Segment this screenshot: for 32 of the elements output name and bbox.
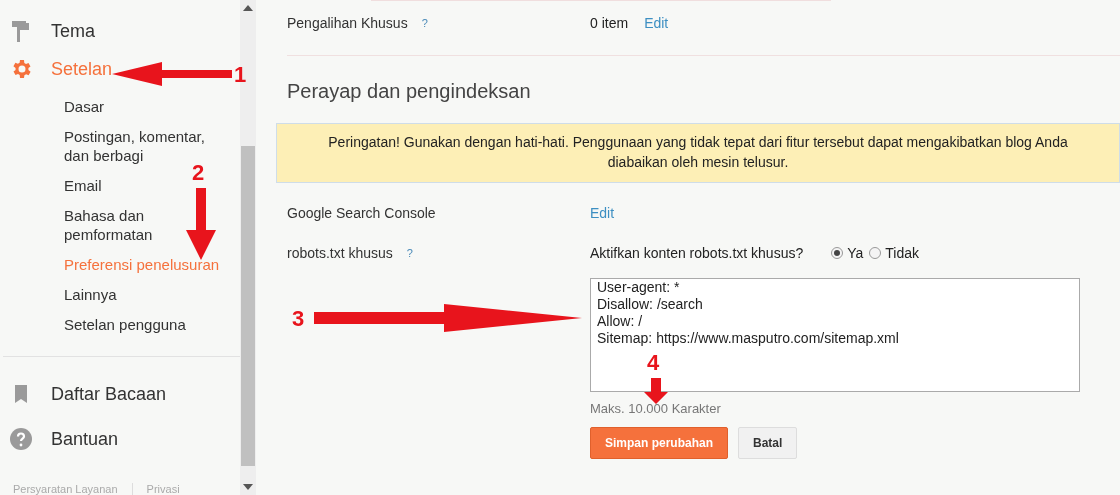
question-label: Aktifkan konten robots.txt khusus? — [590, 245, 804, 261]
step-number: 4 — [647, 352, 660, 374]
scroll-up-arrow[interactable] — [243, 5, 253, 11]
setting-value: 0 item — [590, 15, 629, 31]
scroll-down-arrow[interactable] — [243, 484, 253, 490]
setting-label: Google Search Console — [287, 205, 436, 221]
step-number: 2 — [192, 162, 205, 184]
submenu-item[interactable]: Email — [64, 171, 102, 201]
warning-message: Peringatan! Gunakan dengan hati-hati. Penggunaan yang tidak tepat dari fitur tersebut dapat mengakibatkan blog Anda diabaikan oleh mesin telusur. — [276, 123, 1120, 183]
radio-button[interactable] — [869, 247, 882, 259]
radio-label[interactable]: Tidak — [885, 245, 920, 261]
submenu-item[interactable]: Setelan pengguna — [64, 310, 186, 340]
help-icon — [9, 427, 33, 451]
setting-label: Pengalihan Khusus — [287, 15, 408, 31]
section-title: Perayap dan pengindeksan — [287, 80, 532, 103]
help-link[interactable]: ? — [406, 245, 413, 261]
submenu-item[interactable]: Bahasa dan pemformatan — [64, 201, 214, 250]
sidebar-item[interactable]: Daftar Bacaan — [51, 383, 167, 405]
help-link[interactable]: ? — [421, 15, 428, 31]
submenu-item[interactable]: Lainnya — [64, 280, 117, 310]
radio-button[interactable] — [831, 247, 844, 259]
step-number: 1 — [234, 64, 247, 86]
submenu-item[interactable]: Dasar — [64, 92, 104, 122]
cancel-button[interactable]: Batal — [738, 427, 798, 459]
character-limit: Maks. 10.000 Karakter — [590, 401, 722, 416]
arrow-annotation — [186, 188, 216, 260]
sidebar-item[interactable]: Tema — [51, 20, 95, 42]
radio-label[interactable]: Ya — [847, 245, 864, 261]
sidebar-item[interactable]: Bantuan — [51, 428, 119, 450]
step-number: 3 — [292, 308, 305, 330]
setting-label: robots.txt khusus — [287, 245, 393, 261]
arrow-annotation — [644, 378, 668, 404]
